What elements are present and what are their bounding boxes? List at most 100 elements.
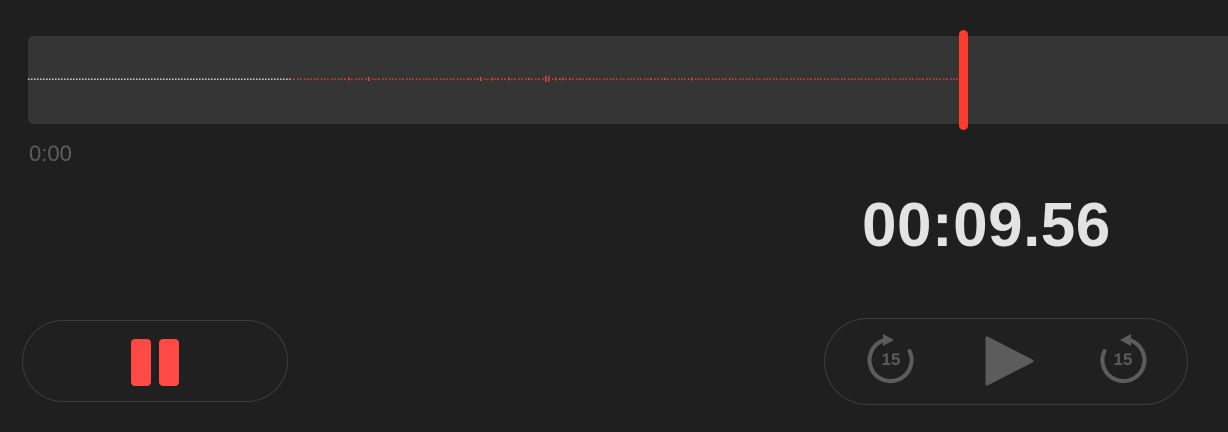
waveform-baseline-dot: [127, 78, 129, 80]
waveform-sample: [766, 78, 768, 80]
waveform-baseline-dot: [199, 78, 201, 80]
waveform-sample: [443, 78, 445, 80]
waveform-sample: [684, 78, 686, 80]
waveform-baseline-dot: [253, 78, 255, 80]
waveform-baseline-dot: [88, 78, 90, 80]
waveform-sample: [858, 78, 860, 80]
waveform-sample: [793, 78, 795, 80]
waveform-sample: [440, 78, 442, 80]
waveform-baseline-dot: [49, 78, 51, 80]
waveform-baseline-dot: [244, 78, 246, 80]
waveform-sample: [732, 78, 734, 80]
waveform-baseline-dot: [31, 78, 33, 80]
waveform-sample: [698, 78, 700, 80]
waveform-sample: [453, 78, 455, 80]
waveform-sample: [885, 78, 887, 80]
waveform-sample: [769, 78, 771, 80]
waveform-sample: [528, 78, 530, 80]
waveform-baseline-dot: [64, 78, 66, 80]
waveform-sample: [572, 78, 574, 80]
waveform-sample: [919, 78, 921, 80]
waveform-sample: [729, 78, 731, 80]
playback-controls: 15 15: [824, 318, 1188, 405]
waveform-sample: [814, 78, 816, 80]
waveform-sample: [871, 78, 873, 80]
waveform-baseline-dot: [154, 78, 156, 80]
waveform-sample: [395, 78, 397, 80]
waveform-sample: [603, 78, 605, 80]
waveform-sample: [627, 78, 629, 80]
start-time-label: 0:00: [29, 141, 72, 166]
waveform-sample: [365, 78, 367, 80]
waveform-sample: [555, 77, 557, 81]
waveform-baseline-dot: [94, 78, 96, 80]
waveform-sample: [596, 78, 598, 80]
waveform-sample: [334, 78, 336, 80]
pause-button[interactable]: [22, 320, 288, 402]
waveform-sample: [484, 78, 486, 80]
waveform-sample: [810, 78, 812, 80]
waveform-sample: [936, 78, 938, 80]
waveform-sample: [841, 78, 843, 80]
waveform-sample: [491, 77, 493, 81]
waveform-sample: [467, 78, 469, 80]
waveform-sample: [691, 77, 693, 81]
waveform-baseline-dot: [229, 78, 231, 80]
waveform-baseline-dot: [58, 78, 60, 80]
waveform-baseline-dot: [109, 78, 111, 80]
waveform-sample: [457, 78, 459, 80]
waveform-baseline-dot: [178, 78, 180, 80]
waveform-sample: [742, 78, 744, 80]
waveform-baseline-dot: [262, 78, 264, 80]
waveform-sample: [385, 78, 387, 80]
waveform-sample: [902, 78, 904, 80]
waveform-sample: [538, 78, 540, 80]
waveform-sample: [610, 78, 612, 80]
waveform-sample: [331, 78, 333, 80]
waveform-scrubber[interactable]: [28, 36, 1228, 124]
waveform-sample: [290, 78, 292, 80]
waveform-baseline-dot: [103, 78, 105, 80]
waveform-sample: [647, 78, 649, 80]
waveform-sample: [494, 78, 496, 80]
waveform-sample: [606, 78, 608, 80]
waveform-sample: [783, 78, 785, 80]
waveform-sample: [545, 76, 547, 82]
play-button[interactable]: [979, 331, 1039, 391]
waveform-sample: [756, 78, 758, 80]
waveform-sample: [525, 78, 527, 80]
waveform-sample: [521, 78, 523, 80]
skip-forward-seconds: 15: [1113, 350, 1133, 369]
waveform-baseline-dot: [274, 78, 276, 80]
waveform-baseline-dot: [166, 78, 168, 80]
waveform-sample: [548, 76, 550, 82]
waveform-sample: [351, 78, 353, 80]
pause-icon-right-bar: [159, 339, 179, 386]
waveform-sample: [909, 78, 911, 80]
waveform-sample: [912, 78, 914, 80]
waveform-sample: [630, 78, 632, 80]
waveform-baseline-dot: [142, 78, 144, 80]
waveform-baseline-dot: [271, 78, 273, 80]
waveform-sample: [854, 78, 856, 80]
waveform-sample: [688, 78, 690, 80]
waveform-sample: [314, 78, 316, 80]
waveform-sample: [922, 78, 924, 80]
waveform-baseline-dot: [223, 78, 225, 80]
skip-forward-15-button[interactable]: 15: [1093, 331, 1153, 391]
waveform-baseline-dot: [151, 78, 153, 80]
waveform-sample: [807, 78, 809, 80]
waveform-sample: [358, 78, 360, 80]
waveform-sample: [338, 78, 340, 80]
waveform-sample: [848, 78, 850, 80]
waveform-sample: [613, 78, 615, 80]
waveform-sample: [297, 78, 299, 80]
waveform-sample: [412, 78, 414, 80]
waveform-baseline-dot: [220, 78, 222, 80]
waveform-sample: [878, 78, 880, 80]
playhead-handle[interactable]: [959, 30, 968, 130]
waveform-sample: [562, 77, 564, 81]
waveform-sample: [929, 78, 931, 80]
waveform-sample: [511, 78, 513, 80]
skip-back-15-button[interactable]: 15: [861, 331, 921, 391]
